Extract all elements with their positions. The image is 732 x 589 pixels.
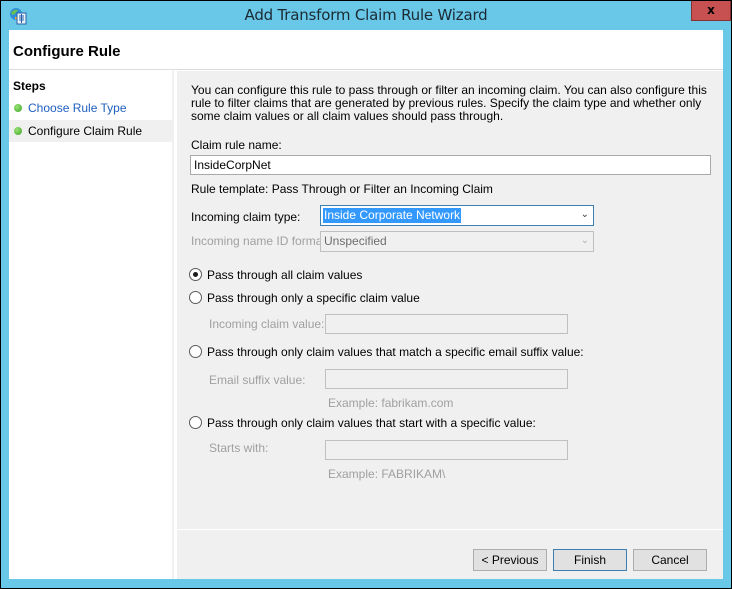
incoming-claim-value-input[interactable] (325, 314, 568, 334)
radio-pass-all[interactable] (189, 268, 202, 281)
step-choose-rule-type[interactable]: Choose Rule Type (9, 97, 172, 119)
title-bar[interactable]: Add Transform Claim Rule Wizard x (1, 1, 731, 30)
footer-divider (177, 529, 723, 530)
rule-template-text: Rule template: Pass Through or Filter an… (191, 182, 493, 196)
wizard-client-area: Configure Rule Steps Choose Rule Type Co… (9, 30, 723, 579)
incoming-name-id-format-select[interactable]: Unspecified ⌄ (320, 231, 594, 252)
incoming-claim-type-select[interactable]: Inside Corporate Network ⌄ (320, 205, 594, 226)
incoming-claim-type-label: Incoming claim type: (191, 210, 301, 224)
page-title: Configure Rule (13, 43, 121, 60)
radio-specific-value-label[interactable]: Pass through only a specific claim value (207, 291, 420, 305)
window-title: Add Transform Claim Rule Wizard (244, 6, 488, 24)
email-suffix-input[interactable] (325, 369, 568, 389)
rule-description: You can configure this rule to pass thro… (191, 83, 707, 123)
close-icon: x (707, 3, 715, 17)
incoming-claim-type-value: Inside Corporate Network (323, 208, 462, 223)
starts-with-example: Example: FABRIKAM\ (328, 467, 446, 481)
claim-rule-name-input[interactable]: InsideCorpNet (190, 155, 711, 175)
close-button[interactable]: x (691, 1, 731, 21)
incoming-name-id-format-label: Incoming name ID format: (191, 234, 330, 248)
step-label: Choose Rule Type (28, 101, 127, 115)
radio-pass-all-label[interactable]: Pass through all claim values (207, 268, 362, 282)
incoming-claim-value-label: Incoming claim value: (209, 317, 325, 331)
claim-rule-name-label: Claim rule name: (191, 138, 282, 152)
starts-with-label: Starts with: (209, 441, 269, 455)
steps-panel: Steps Choose Rule Type Configure Claim R… (9, 71, 174, 579)
steps-title: Steps (13, 79, 46, 93)
previous-button[interactable]: < Previous (473, 549, 547, 571)
radio-starts-with[interactable] (189, 416, 202, 429)
step-configure-claim-rule[interactable]: Configure Claim Rule (9, 120, 172, 142)
finish-button[interactable]: Finish (553, 549, 627, 571)
step-label: Configure Claim Rule (28, 124, 143, 138)
configure-rule-panel: You can configure this rule to pass thro… (177, 71, 723, 579)
cancel-button[interactable]: Cancel (633, 549, 707, 571)
page-header: Configure Rule (9, 30, 723, 70)
step-status-icon (14, 127, 22, 135)
wizard-window: Add Transform Claim Rule Wizard x Config… (1, 1, 731, 588)
chevron-down-icon: ⌄ (580, 209, 589, 220)
chevron-down-icon: ⌄ (580, 235, 589, 246)
radio-starts-with-label[interactable]: Pass through only claim values that star… (207, 416, 536, 430)
starts-with-input[interactable] (325, 440, 568, 460)
radio-email-suffix-label[interactable]: Pass through only claim values that matc… (207, 345, 584, 359)
incoming-name-id-format-value: Unspecified (324, 234, 387, 248)
email-suffix-label: Email suffix value: (209, 373, 306, 387)
step-status-icon (14, 104, 22, 112)
email-suffix-example: Example: fabrikam.com (328, 396, 454, 410)
radio-specific-value[interactable] (189, 291, 202, 304)
radio-email-suffix[interactable] (189, 345, 202, 358)
